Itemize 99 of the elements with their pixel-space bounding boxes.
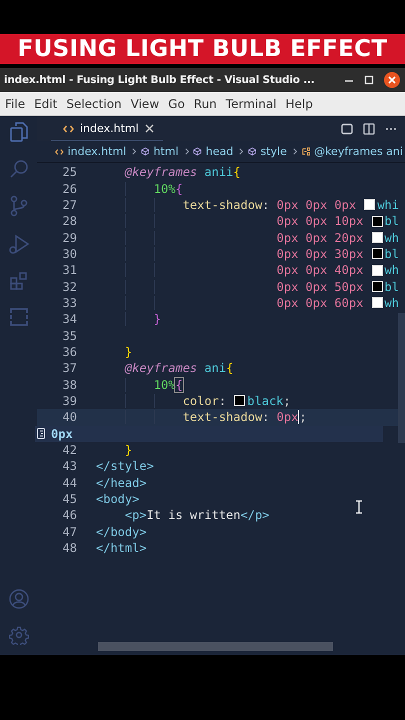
code-text: 0px 0px 60px [276, 296, 364, 310]
suggestion-item[interactable]: 0px [35, 426, 383, 442]
code-text: 0px 0px 10px [276, 214, 364, 228]
close-tab-icon[interactable] [144, 124, 154, 133]
line-number: 45 [62, 492, 77, 506]
menu-item[interactable]: Help [286, 96, 313, 110]
code-text: text-shadow: 0px 0px 0px [182, 198, 358, 212]
code-text: color: [182, 394, 228, 408]
maximize-icon[interactable] [364, 75, 374, 85]
line-number: 39 [62, 394, 77, 408]
color-swatch-icon[interactable] [234, 395, 246, 406]
title-banner: FUSING LIGHT BULB EFFECT [0, 34, 405, 64]
color-swatch-icon[interactable] [372, 264, 383, 276]
scrollbar-thumb[interactable] [98, 642, 333, 651]
code-text: 10%{ [152, 182, 183, 196]
breadcrumb-item[interactable]: index.html [68, 145, 126, 158]
line-number: 27 [62, 198, 77, 212]
window-title: index.html - Fusing Light Bulb Effect - Visual Studio ... [4, 74, 316, 86]
code-text: <body> [96, 492, 140, 506]
line-number: 38 [62, 378, 77, 392]
breadcrumb-item[interactable]: html [153, 145, 179, 158]
code-text: 0px 0px 50px [276, 280, 364, 294]
code-text: </style> [96, 459, 154, 474]
color-swatch-icon[interactable] [364, 199, 376, 210]
color-swatch-icon[interactable] [372, 232, 383, 244]
menu-item[interactable]: Selection [66, 96, 122, 110]
line-number: 37 [62, 361, 77, 376]
code-text: 0px 0px 40px [276, 263, 364, 278]
line-number: 43 [62, 459, 77, 474]
breadcrumb-item[interactable]: @keyframes ani [314, 145, 403, 158]
code-text: </html> [96, 541, 147, 556]
layout-icon[interactable] [341, 122, 353, 134]
menu-item[interactable]: Go [168, 96, 185, 110]
code-text: } [124, 443, 132, 458]
code-text: wh [384, 263, 399, 278]
code-text: bl [384, 214, 399, 228]
breadcrumb-item[interactable]: head [206, 145, 234, 158]
line-number: 26 [62, 182, 77, 196]
menu-item[interactable]: File [5, 96, 26, 110]
chevron-icon [292, 147, 298, 156]
line-number: 30 [62, 246, 77, 261]
breadcrumb-item[interactable]: style [260, 145, 287, 158]
code-text: 0px 0px 20px [276, 230, 364, 245]
line-number: 42 [62, 443, 77, 458]
scrollbar-thumb[interactable] [398, 313, 405, 443]
split-editor-icon[interactable] [363, 122, 375, 134]
line-number: 40 [62, 410, 77, 424]
line-number: 29 [62, 230, 77, 245]
code-text: <p>It is written</p> [124, 508, 270, 522]
code-text: ; [299, 410, 307, 424]
line-number: 36 [62, 344, 77, 359]
cube-icon [248, 146, 256, 157]
color-swatch-icon[interactable] [372, 281, 383, 292]
text-cursor-icon [355, 500, 363, 514]
menu-item[interactable]: Run [194, 96, 217, 110]
line-number: 35 [62, 328, 77, 343]
menu-item[interactable]: View [130, 96, 160, 110]
chevron-icon [132, 147, 137, 156]
code-text: text-shadow: 0px [182, 410, 298, 424]
structure-icon [302, 146, 310, 157]
code-text: } [124, 344, 132, 359]
cube-icon [140, 146, 150, 157]
line-number: 28 [62, 214, 77, 228]
text-cursor [298, 410, 300, 424]
code-text: whi [377, 198, 400, 212]
code-text: </body> [96, 524, 147, 539]
code-text: </head> [96, 476, 147, 490]
menu-item[interactable]: Edit [34, 96, 58, 110]
line-number: 33 [62, 296, 77, 310]
files-icon[interactable] [8, 121, 28, 143]
line-number: 25 [62, 165, 77, 180]
code-text: bl [384, 246, 399, 261]
color-swatch-icon[interactable] [372, 297, 383, 308]
code-text: bl [384, 280, 399, 294]
code-text: black; [247, 394, 291, 408]
chevron-icon [239, 147, 244, 156]
code-file-icon [55, 148, 64, 156]
line-number: 31 [62, 263, 77, 278]
close-icon[interactable] [384, 72, 400, 88]
code-text: wh [384, 230, 399, 245]
line-number: 48 [62, 541, 77, 556]
code-text: @keyframes anii{ [124, 165, 241, 180]
line-number: 44 [62, 476, 77, 490]
code-text: } [152, 312, 162, 326]
code-text: wh [384, 296, 399, 310]
menu-item[interactable]: Terminal [226, 96, 277, 110]
code-file-icon [63, 124, 74, 132]
code-text: 0px 0px 30px [276, 246, 364, 261]
color-swatch-icon[interactable] [372, 248, 383, 260]
color-swatch-icon[interactable] [372, 216, 383, 227]
more-icon[interactable] [385, 126, 397, 130]
chevron-icon [184, 147, 190, 156]
line-number: 47 [62, 524, 77, 539]
line-number: 46 [62, 508, 77, 522]
line-number: 32 [62, 280, 77, 294]
cube-icon [193, 146, 202, 157]
text-unit-icon [37, 428, 45, 440]
code-text: @keyframes ani{ [124, 361, 234, 376]
line-number: 34 [62, 312, 77, 326]
